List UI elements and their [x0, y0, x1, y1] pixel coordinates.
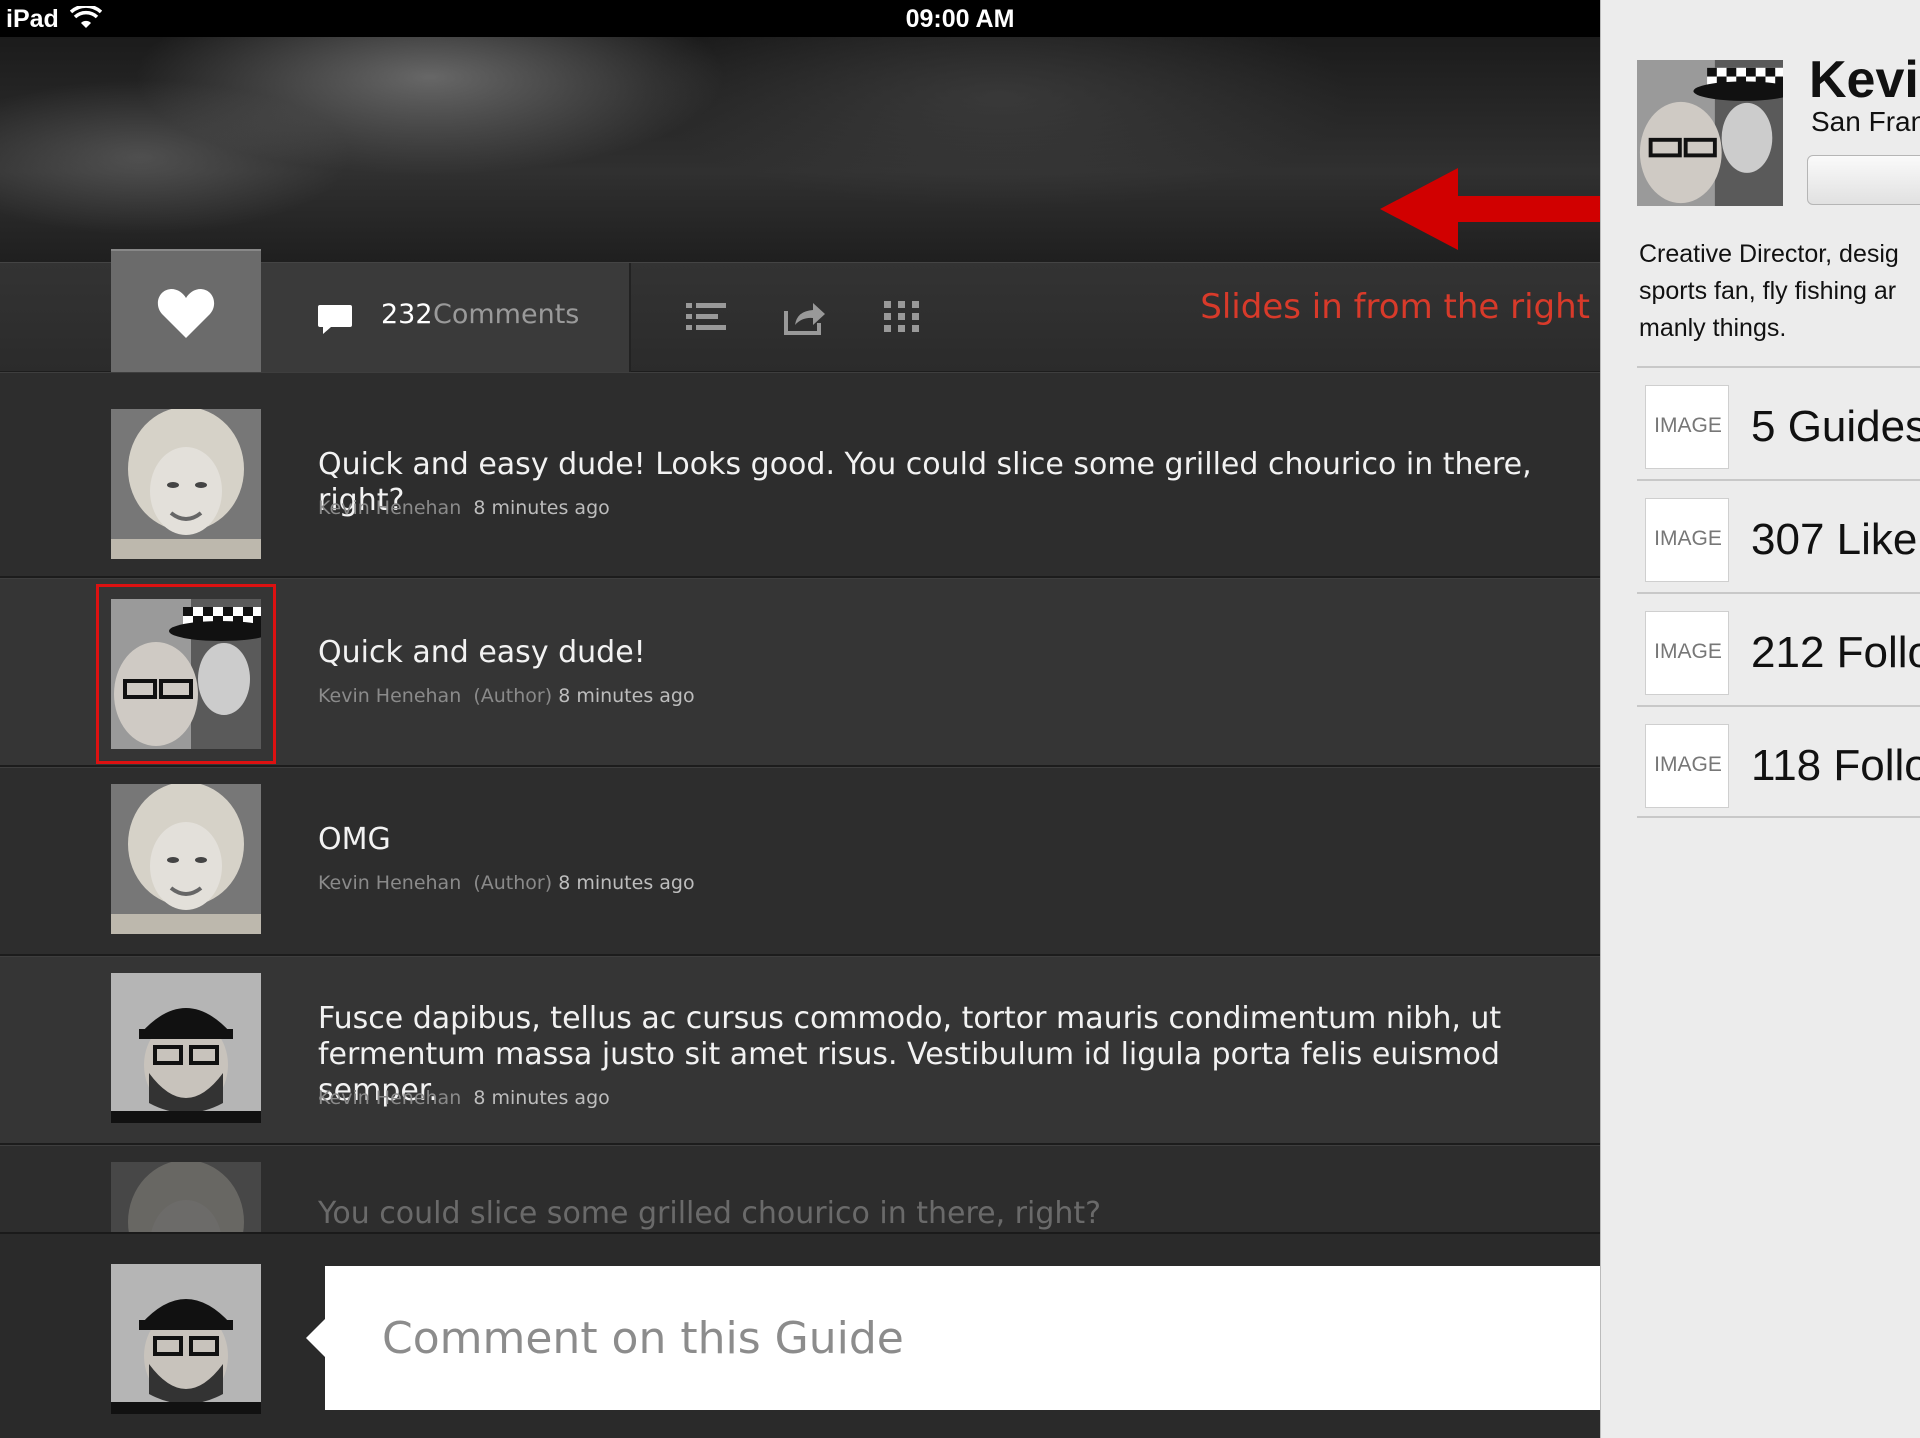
stat-followers[interactable]: IMAGE 212 Follo: [1637, 592, 1920, 705]
comment-bubble-icon: [318, 305, 352, 334]
compose-bar: [0, 1232, 1600, 1438]
heart-icon: [157, 288, 215, 338]
profile-stats: IMAGE 5 Guides IMAGE 307 Like IMAGE 212 …: [1637, 366, 1920, 818]
comment-label: Comments: [433, 299, 580, 330]
follow-button[interactable]: [1807, 155, 1920, 205]
stat-likes[interactable]: IMAGE 307 Like: [1637, 479, 1920, 592]
profile-location: San Fran: [1811, 106, 1920, 137]
comment-meta: Kevin Henehan 8 minutes ago: [318, 497, 610, 519]
device-name: iPad: [6, 5, 59, 33]
image-placeholder: IMAGE: [1645, 611, 1729, 695]
comment-author[interactable]: Kevin Henehan: [318, 872, 461, 894]
grid-icon[interactable]: [880, 297, 924, 337]
avatar-blonde-woman[interactable]: [111, 784, 261, 934]
comment-list: Quick and easy dude! Looks good. You cou…: [0, 372, 1600, 1237]
comment-author[interactable]: Kevin Henehan: [318, 497, 461, 519]
comment-author[interactable]: Kevin Henehan: [318, 1087, 461, 1109]
avatar-blonde-woman[interactable]: [111, 409, 261, 559]
comment-meta: Kevin Henehan 8 minutes ago: [318, 1087, 610, 1109]
current-user-avatar: [111, 1264, 261, 1414]
stat-guides[interactable]: IMAGE 5 Guides: [1637, 366, 1920, 479]
bio-line: manly things.: [1639, 314, 1787, 342]
compose-pointer: [306, 1318, 326, 1358]
comment-time: 8 minutes ago: [558, 872, 695, 894]
stat-label: 307 Like: [1751, 515, 1918, 564]
comment-text: OMG: [318, 822, 391, 857]
comment-meta: Kevin Henehan (Author) 8 minutes ago: [318, 872, 695, 894]
avatar-bearded-man[interactable]: [111, 973, 261, 1123]
comment-item: Quick and easy dude! Kevin Henehan (Auth…: [0, 578, 1600, 767]
stat-label: 212 Follo: [1751, 628, 1920, 677]
list-icon[interactable]: [684, 297, 728, 337]
wifi-icon: [70, 6, 102, 28]
slide-annotation: Slides in from the right: [1200, 287, 1590, 327]
status-bar: iPad 09:00 AM: [0, 0, 1600, 37]
comment-item: Quick and easy dude! Looks good. You cou…: [0, 372, 1600, 578]
hero-image: [0, 37, 1600, 262]
profile-name: Kevi: [1809, 51, 1919, 109]
avatar-blonde-woman[interactable]: [111, 1162, 261, 1237]
comment-text: You could slice some grilled chourico in…: [318, 1196, 1102, 1231]
comment-meta: Kevin Henehan (Author) 8 minutes ago: [318, 685, 695, 707]
profile-avatar: [1637, 60, 1783, 206]
image-placeholder: IMAGE: [1645, 498, 1729, 582]
comment-time: 8 minutes ago: [473, 1087, 610, 1109]
guide-toolbar: 232 Comments Slides in from the right: [0, 249, 1600, 385]
comment-item: You could slice some grilled chourico in…: [0, 1145, 1600, 1237]
profile-panel: Kevi San Fran Creative Director, desig s…: [1600, 0, 1920, 1438]
comment-input[interactable]: [325, 1266, 1600, 1410]
status-clock: 09:00 AM: [905, 5, 1015, 33]
bio-line: Creative Director, desig: [1639, 240, 1899, 268]
comment-text: Quick and easy dude!: [318, 635, 646, 670]
slide-direction-arrow-icon: [1380, 168, 1612, 250]
like-button[interactable]: [111, 249, 261, 374]
comment-author[interactable]: Kevin Henehan: [318, 685, 461, 707]
author-tag: (Author): [473, 685, 553, 707]
comment-item: Fusce dapibus, tellus ac cursus commodo,…: [0, 956, 1600, 1145]
comment-time: 8 minutes ago: [558, 685, 695, 707]
stat-label: 5 Guides: [1751, 402, 1920, 451]
image-placeholder: IMAGE: [1645, 385, 1729, 469]
comment-count: 232: [381, 299, 433, 330]
comment-item: OMG Kevin Henehan (Author) 8 minutes ago: [0, 767, 1600, 956]
stat-following[interactable]: IMAGE 118 Follo: [1637, 705, 1920, 818]
stat-label: 118 Follo: [1751, 741, 1920, 790]
avatar-man-with-woman[interactable]: [96, 584, 276, 764]
profile-bio: Creative Director, desig sports fan, fly…: [1639, 236, 1920, 347]
share-icon[interactable]: [783, 297, 827, 337]
author-tag: (Author): [473, 872, 553, 894]
comment-time: 8 minutes ago: [473, 497, 610, 519]
tab-comments[interactable]: 232 Comments: [261, 263, 631, 385]
image-placeholder: IMAGE: [1645, 724, 1729, 808]
bio-line: sports fan, fly fishing ar: [1639, 277, 1897, 305]
